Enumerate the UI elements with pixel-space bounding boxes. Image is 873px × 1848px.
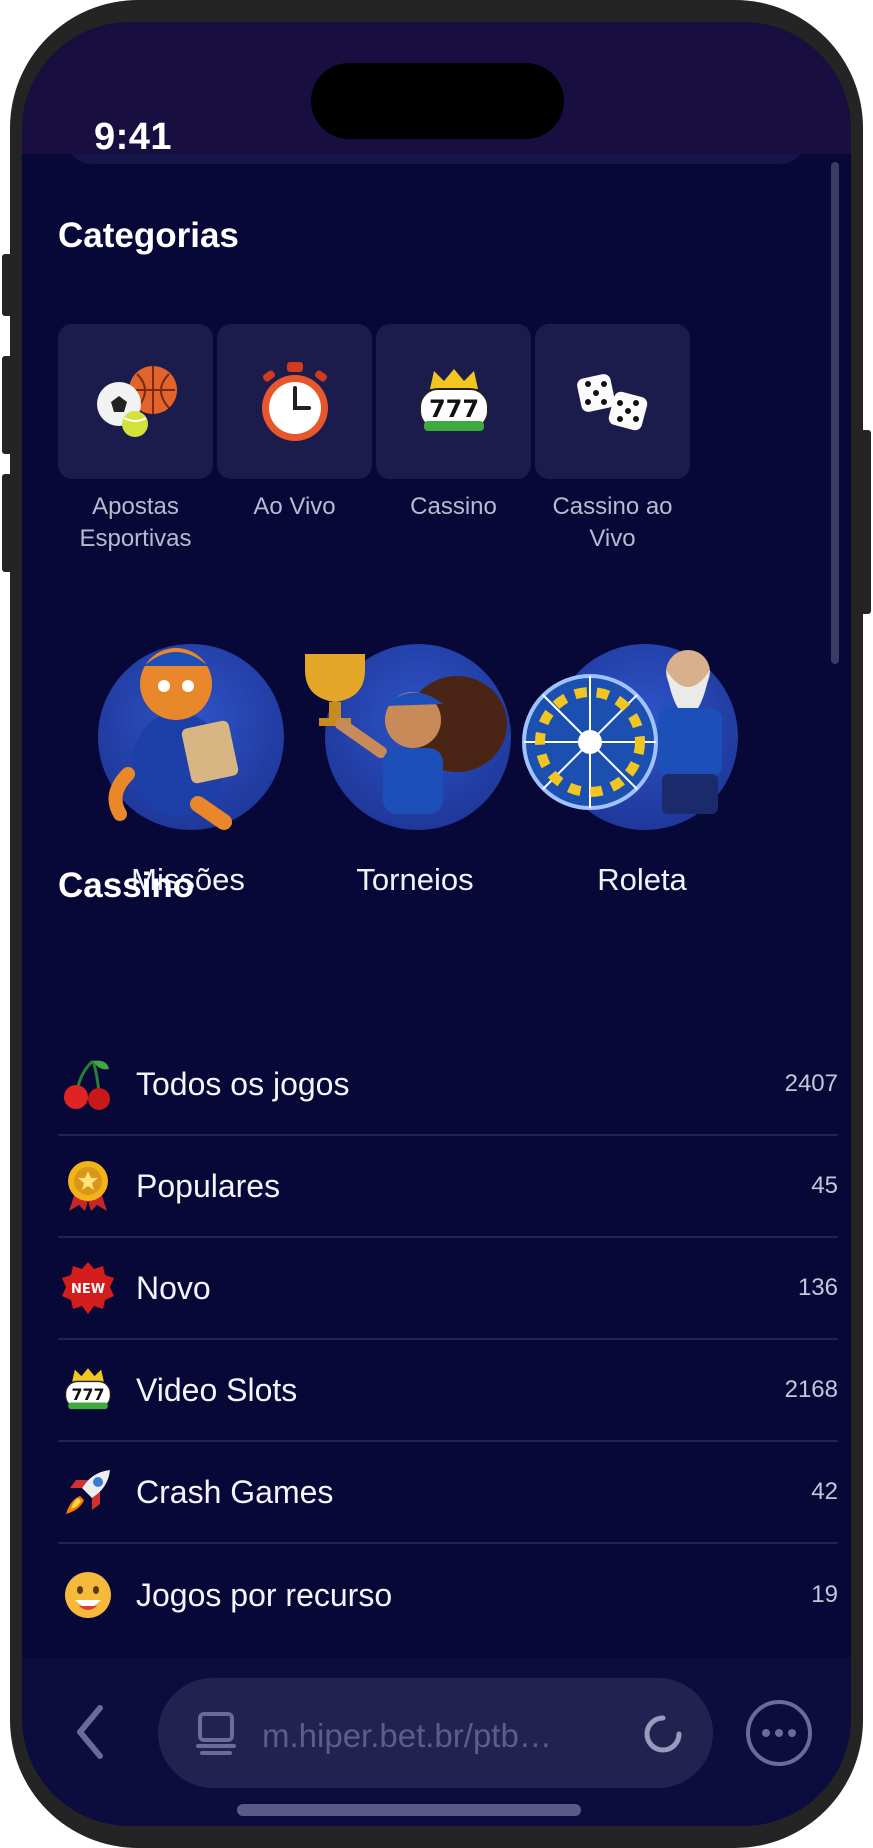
dice-icon: [576, 373, 647, 430]
search-bar[interactable]: [66, 154, 806, 164]
list-count: 19: [811, 1581, 838, 1608]
sports-balls-icon: [96, 365, 177, 437]
promo-image[interactable]: [285, 624, 545, 834]
list-item-todos-os-jogos[interactable]: Todos os jogos 2407: [58, 1034, 838, 1136]
category-apostas-esportivas[interactable]: Apostas Esportivas: [58, 324, 213, 555]
list-label: Jogos por recurso: [136, 1576, 393, 1613]
roulette-wheel-icon: [522, 650, 722, 814]
list-item-crash-games[interactable]: Crash Games 42: [58, 1442, 838, 1544]
status-time: 9:41: [94, 116, 173, 158]
svg-text:777: 777: [72, 1385, 105, 1404]
casino-list: Todos os jogos 2407 Populares 45 NEW Nov…: [58, 1034, 838, 1646]
svg-text:777: 777: [428, 395, 478, 423]
casino-title: Cassino: [58, 866, 195, 905]
address-bar[interactable]: m.hiper.bet.br/ptb…: [158, 1678, 713, 1788]
list-item-jogos-por-recurso[interactable]: Jogos por recurso 19: [58, 1544, 838, 1646]
category-label: Cassino ao Vivo: [552, 493, 673, 552]
promo-image[interactable]: [512, 624, 772, 834]
category-label: Cassino: [410, 493, 497, 520]
category-cassino[interactable]: 777 Cassino: [376, 324, 531, 523]
category-ao-vivo[interactable]: Ao Vivo: [217, 324, 372, 523]
slot-777-icon: 777: [64, 1368, 112, 1410]
list-count: 136: [797, 1274, 838, 1301]
category-tile[interactable]: 777: [376, 324, 531, 479]
dynamic-island: [311, 63, 564, 139]
new-badge-icon: NEW: [62, 1262, 114, 1314]
url-text: m.hiper.bet.br/ptb…: [262, 1717, 552, 1754]
medal-icon: [68, 1161, 108, 1211]
promo-label: Torneios: [356, 862, 474, 897]
category-cassino-ao-vivo[interactable]: Cassino ao Vivo: [535, 324, 690, 555]
promo-image[interactable]: [58, 624, 318, 834]
promo-missoes[interactable]: Missões: [58, 624, 318, 898]
screen: Categorias Apostas Esportivas Ao Vivo 77…: [22, 22, 851, 1826]
promo-torneios[interactable]: Torneios: [285, 624, 545, 898]
status-bar: 9:41: [22, 22, 851, 158]
category-label: Apostas Esportivas: [79, 493, 192, 552]
list-label: Video Slots: [136, 1371, 298, 1408]
emoji-icon: [65, 1572, 111, 1618]
tiger-mascot-icon: [108, 648, 239, 830]
list-label: Populares: [136, 1167, 281, 1204]
list-item-populares[interactable]: Populares 45: [58, 1136, 838, 1238]
svg-text:NEW: NEW: [71, 1282, 105, 1297]
list-count: 45: [811, 1172, 838, 1199]
page-content: Categorias Apostas Esportivas Ao Vivo 77…: [22, 154, 851, 1658]
list-item-video-slots[interactable]: 777 Video Slots 2168: [58, 1340, 838, 1442]
list-count: 42: [811, 1478, 838, 1505]
list-item-novo[interactable]: NEW Novo 136: [58, 1238, 838, 1340]
reload-icon[interactable]: [643, 1714, 683, 1754]
stopwatch-icon: [261, 361, 328, 441]
more-options-icon[interactable]: [744, 1698, 814, 1768]
back-arrow-icon[interactable]: [70, 1702, 110, 1762]
rocket-icon: [66, 1470, 110, 1514]
list-count: 2168: [784, 1376, 838, 1403]
scrollbar[interactable]: [831, 162, 839, 664]
power-button: [861, 430, 871, 614]
tab-icon: [196, 1712, 236, 1755]
category-tile[interactable]: [217, 324, 372, 479]
list-label: Novo: [136, 1269, 211, 1306]
category-label: Ao Vivo: [253, 493, 336, 520]
list-count: 2407: [784, 1070, 838, 1097]
promo-roleta[interactable]: Roleta: [512, 624, 772, 898]
cherry-icon: [64, 1059, 110, 1110]
action-button: [2, 254, 12, 316]
categories-title: Categorias: [58, 216, 239, 255]
trophy-girl-icon: [305, 654, 507, 814]
browser-toolbar: m.hiper.bet.br/ptb…: [22, 1658, 851, 1826]
list-label: Crash Games: [136, 1473, 334, 1510]
category-tile[interactable]: [58, 324, 213, 479]
volume-down-button: [2, 474, 12, 572]
home-indicator[interactable]: [237, 1804, 581, 1816]
promo-label: Roleta: [597, 862, 687, 897]
category-tile[interactable]: [535, 324, 690, 479]
slot-777-icon: 777: [418, 368, 489, 431]
list-label: Todos os jogos: [136, 1065, 350, 1102]
volume-up-button: [2, 356, 12, 454]
